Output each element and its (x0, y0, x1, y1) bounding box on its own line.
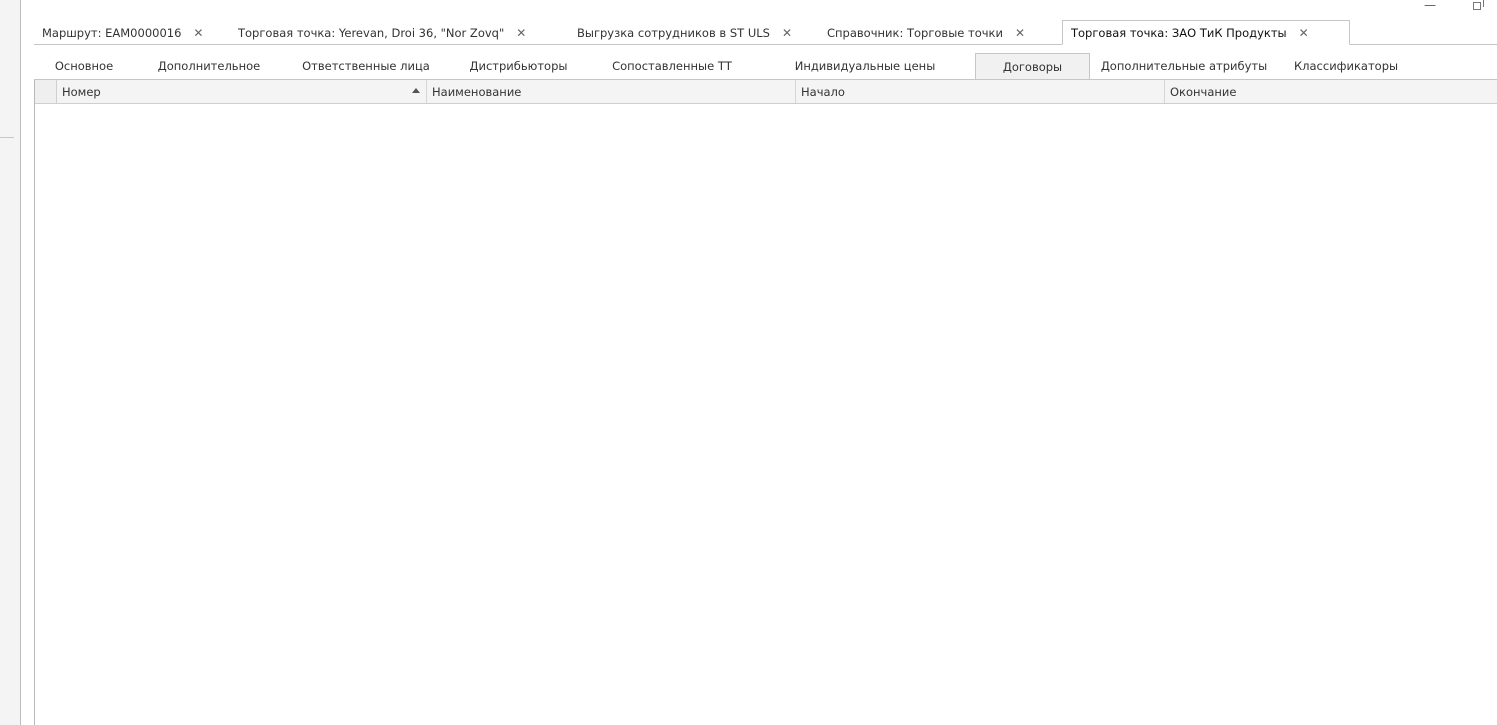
tab-main[interactable]: Основное (34, 53, 134, 79)
tab-label: Классификаторы (1294, 59, 1399, 73)
doc-tab-outlet-tik[interactable]: Торговая точка: ЗАО ТиК Продукты ✕ (1062, 20, 1350, 45)
minimize-icon: — (1424, 0, 1436, 12)
grid-header: Номер Наименование Начало Окончание (35, 80, 1497, 104)
inner-tab-strip: Основное Дополнительное Ответственные ли… (34, 53, 1497, 79)
left-side-panel (0, 0, 21, 725)
grid-body-empty[interactable] (35, 105, 1497, 725)
restore-icon (1473, 0, 1484, 10)
doc-tab-label: Маршрут: EAM0000016 (42, 26, 182, 40)
column-header-label: Наименование (432, 84, 522, 99)
doc-tab-label: Торговая точка: Yerevan, Droi 36, "Nor Z… (238, 26, 505, 40)
doc-tab-label: Выгрузка сотрудников в ST ULS (577, 26, 770, 40)
tab-label: Ответственные лица (302, 59, 430, 73)
tab-classifiers[interactable]: Классификаторы (1278, 53, 1402, 79)
doc-tab-outlets-directory[interactable]: Справочник: Торговые точки ✕ (819, 21, 1062, 45)
column-header-end[interactable]: Окончание (1165, 80, 1497, 103)
doc-tab-route[interactable]: Маршрут: EAM0000016 ✕ (34, 21, 230, 45)
tab-label: Дополнительные атрибуты (1100, 59, 1268, 73)
restore-button[interactable] (1462, 0, 1492, 16)
column-header-start[interactable]: Начало (796, 80, 1165, 103)
tab-responsible-persons[interactable]: Ответственные лица (284, 53, 448, 79)
tab-label: Дистрибьюторы (469, 59, 568, 73)
tab-matched-outlets[interactable]: Сопоставленные ТТ (589, 53, 755, 79)
tab-additional-attributes[interactable]: Дополнительные атрибуты (1090, 53, 1278, 79)
left-panel-divider[interactable] (20, 0, 21, 725)
column-header-label: Начало (801, 84, 845, 99)
tab-label: Основное (54, 59, 114, 73)
close-icon[interactable]: ✕ (782, 26, 792, 40)
column-header-label: Окончание (1170, 84, 1237, 99)
tab-label: Дополнительное (157, 59, 261, 73)
tab-individual-prices[interactable]: Индивидуальные цены (755, 53, 975, 79)
tab-distributors[interactable]: Дистрибьюторы (448, 53, 589, 79)
row-indicator-header[interactable] (35, 80, 57, 103)
tab-label: Сопоставленные ТТ (612, 59, 732, 73)
doc-tab-label: Торговая точка: ЗАО ТиК Продукты (1071, 25, 1287, 40)
minimize-button[interactable]: — (1410, 0, 1450, 16)
tab-contracts[interactable]: Договоры (975, 53, 1090, 79)
contracts-grid: Номер Наименование Начало Окончание (34, 80, 1497, 725)
app-window: — Маршрут: EAM0000016 ✕ Торговая точка: … (0, 0, 1497, 725)
close-icon[interactable]: ✕ (1015, 26, 1025, 40)
column-header-name[interactable]: Наименование (427, 80, 796, 103)
close-icon[interactable]: ✕ (193, 26, 203, 40)
doc-tab-label: Справочник: Торговые точки (827, 26, 1003, 40)
column-header-label: Номер (62, 84, 101, 99)
tab-label: Договоры (1002, 59, 1063, 74)
doc-tab-outlet-yerevan[interactable]: Торговая точка: Yerevan, Droi 36, "Nor Z… (230, 21, 569, 45)
doc-tab-employee-export[interactable]: Выгрузка сотрудников в ST ULS ✕ (569, 21, 819, 45)
sort-ascending-icon (412, 88, 420, 93)
close-icon[interactable]: ✕ (516, 26, 526, 40)
left-panel-mark (0, 137, 14, 138)
close-icon[interactable]: ✕ (1299, 26, 1309, 40)
tab-label: Индивидуальные цены (794, 59, 936, 73)
tab-additional[interactable]: Дополнительное (134, 53, 284, 79)
document-tab-strip: Маршрут: EAM0000016 ✕ Торговая точка: Ye… (34, 20, 1497, 45)
column-header-number[interactable]: Номер (57, 80, 427, 103)
